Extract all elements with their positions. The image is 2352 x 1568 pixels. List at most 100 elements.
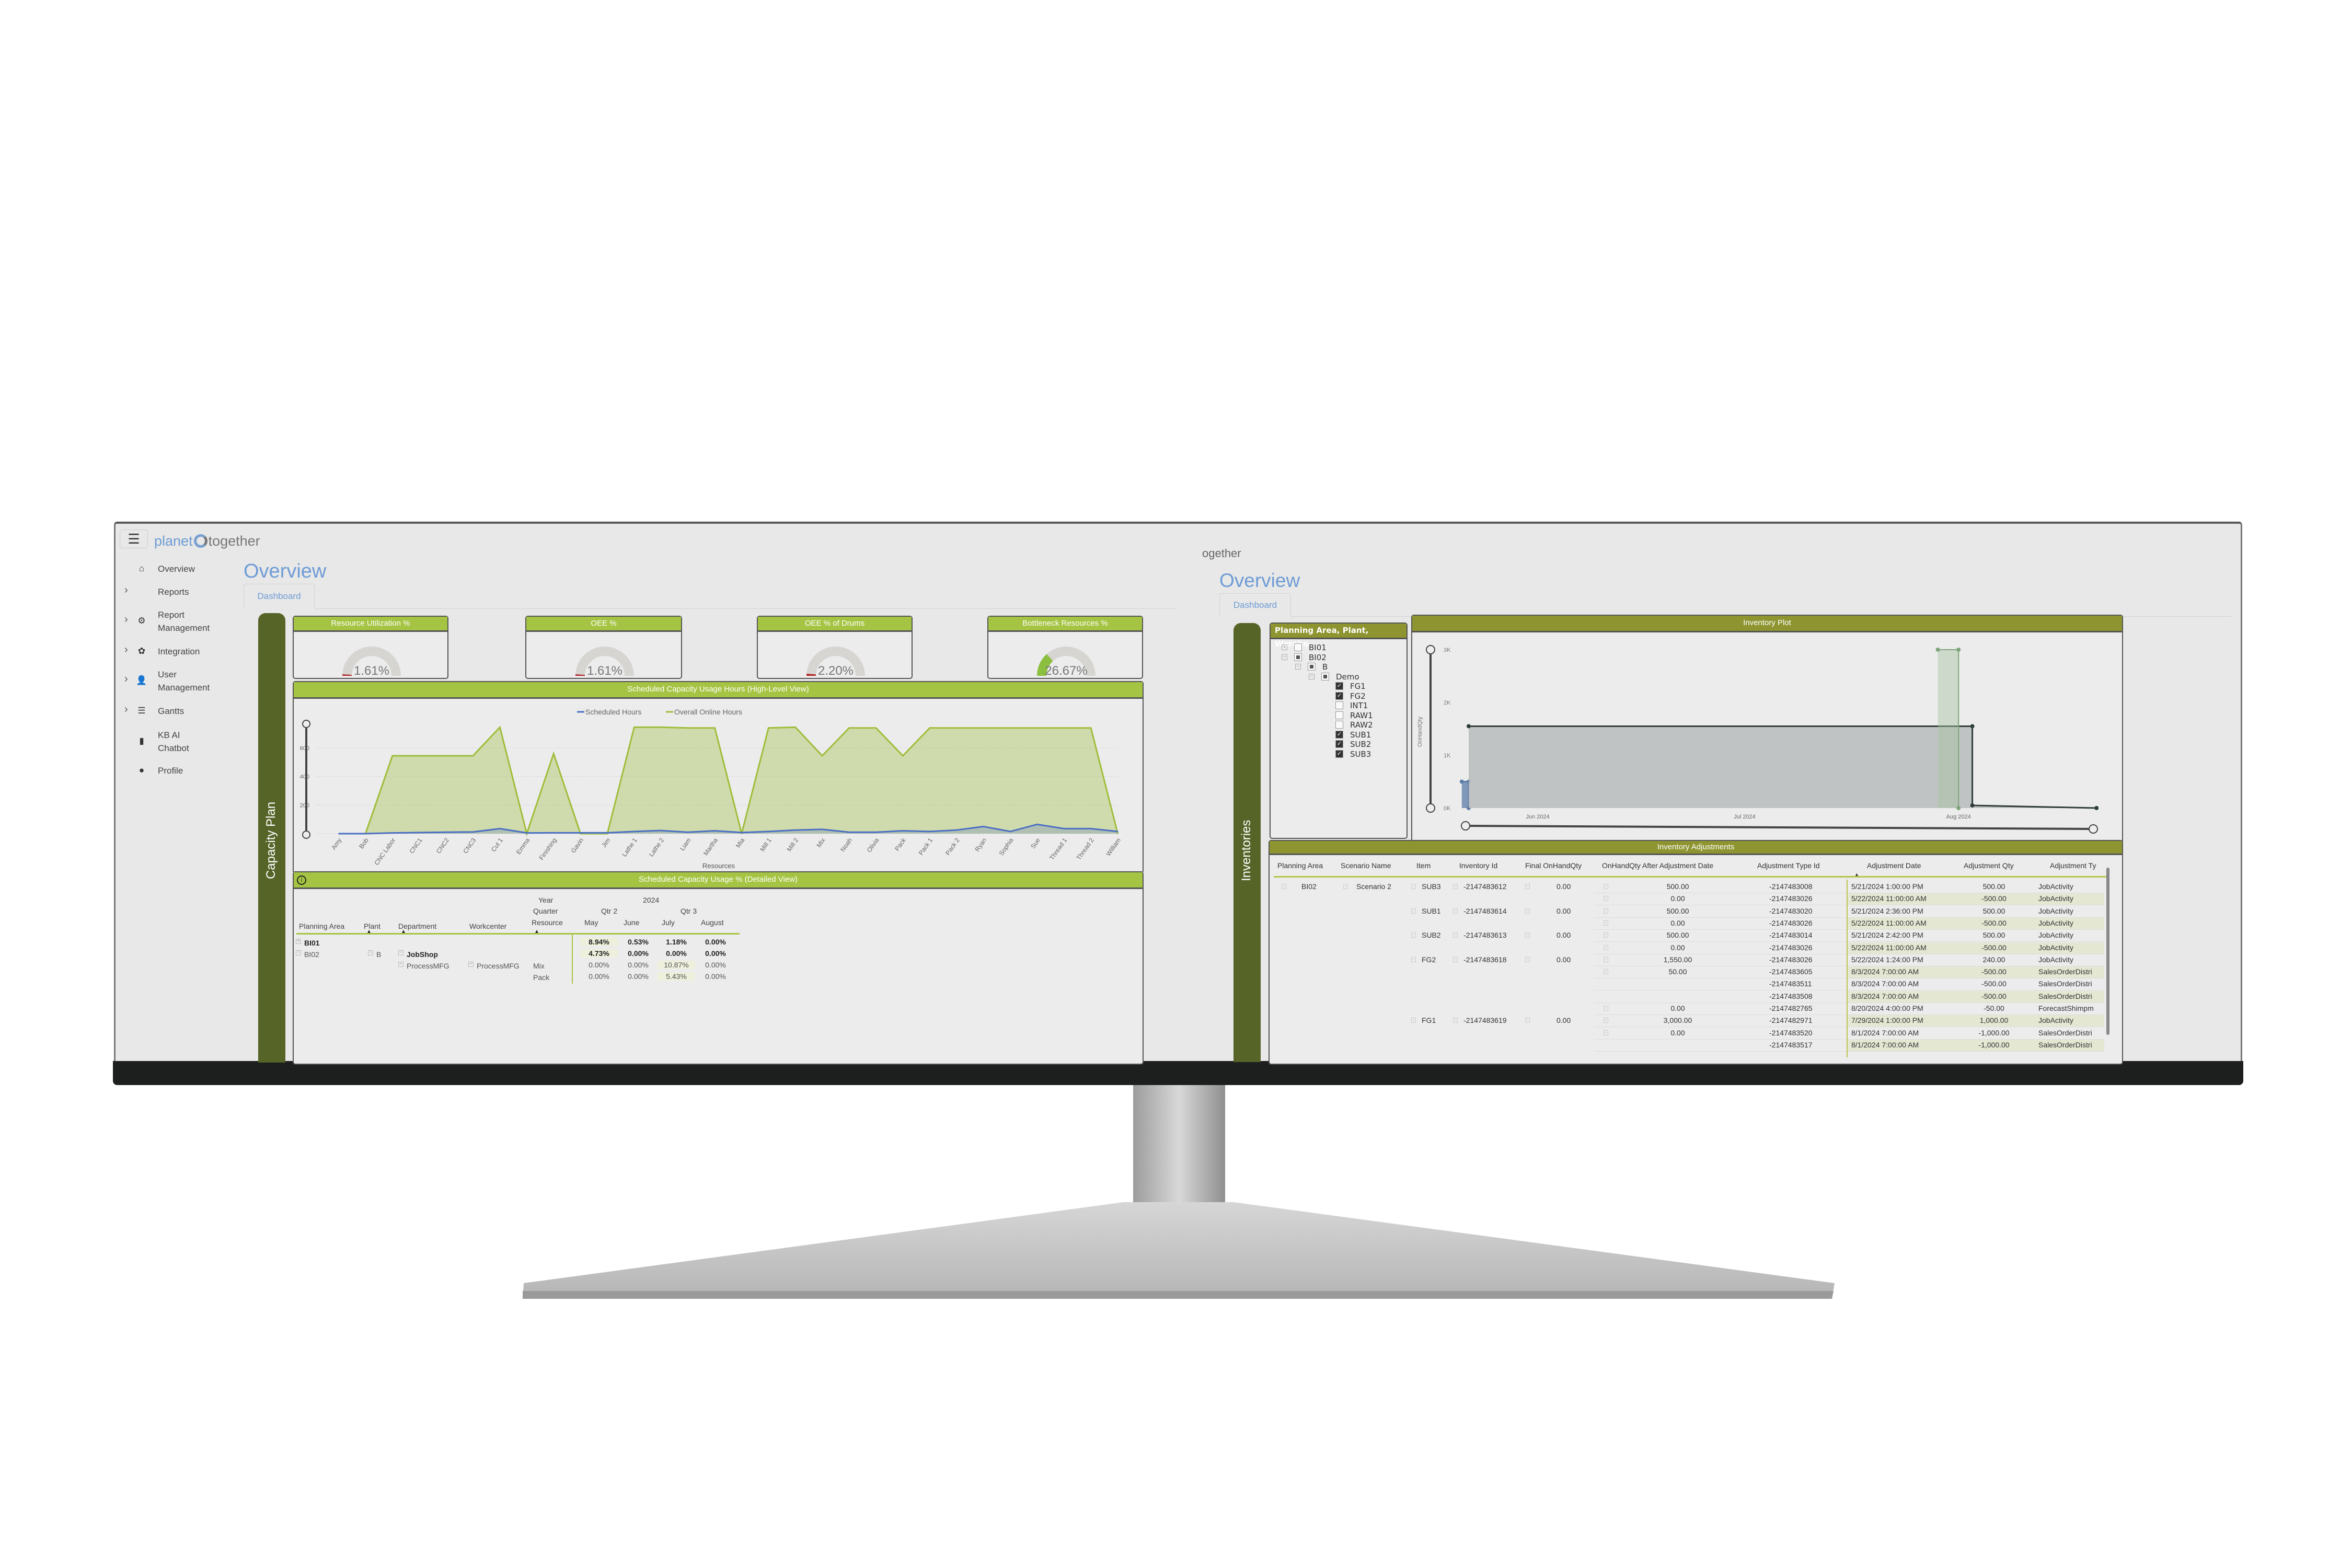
column-header[interactable]: Adjustment Type Id [1757, 861, 1820, 870]
collapse-toggle-icon[interactable]: − [1282, 884, 1286, 889]
month-header[interactable]: May [584, 918, 598, 927]
expand-toggle-icon[interactable]: − [1282, 654, 1287, 660]
chevron-right-icon[interactable]: › [124, 704, 128, 716]
tree-node-bi02[interactable]: − BI02 [1282, 653, 1386, 662]
column-header[interactable]: Planning Area [1277, 861, 1323, 870]
column-header[interactable]: Item [1416, 861, 1431, 870]
column-header[interactable]: Adjustment Qty [1964, 861, 2014, 870]
collapse-toggle-icon[interactable]: − [1453, 932, 1458, 938]
collapse-toggle-icon[interactable]: − [1411, 884, 1416, 889]
tree-node-b[interactable]: − B [1295, 662, 1400, 672]
expand-toggle-icon[interactable]: − [1295, 664, 1301, 670]
tree-checkbox[interactable] [1308, 663, 1316, 671]
x-tick-label: Mill 2 [786, 836, 800, 852]
tree-checkbox[interactable] [1294, 643, 1302, 651]
cell-adjustment-date: 8/1/2024 7:00:00 AM [1851, 1028, 1919, 1037]
collapse-toggle-icon[interactable]: − [1525, 908, 1530, 914]
expand-toggle-icon[interactable]: − [468, 962, 474, 967]
tree-checkbox[interactable]: ✓ [1335, 691, 1343, 700]
tree-checkbox[interactable] [1294, 653, 1302, 661]
collapse-toggle-icon[interactable]: − [1411, 956, 1416, 962]
chevron-right-icon[interactable]: › [124, 614, 128, 626]
logo-text-left: planet [154, 533, 193, 549]
collapse-toggle-icon[interactable]: − [1604, 884, 1608, 889]
collapse-toggle-icon[interactable]: − [1453, 908, 1458, 914]
month-header[interactable]: July [662, 918, 675, 927]
chevron-right-icon[interactable]: › [124, 644, 128, 656]
sidebar-item-profile[interactable]: ● Profile [123, 764, 254, 778]
cell-final-onhand: 0.00 [1557, 906, 1571, 915]
tree-checkbox[interactable]: ✓ [1335, 682, 1343, 690]
tree-checkbox[interactable] [1335, 701, 1343, 709]
sidebar-item-integration[interactable]: › ✿ Integration [123, 644, 254, 659]
collapse-toggle-icon[interactable]: − [1411, 932, 1416, 938]
expand-toggle-icon[interactable]: − [368, 950, 373, 955]
collapse-toggle-icon[interactable]: − [1411, 908, 1416, 914]
collapse-toggle-icon[interactable]: − [1604, 896, 1608, 902]
tree-checkbox[interactable]: ✓ [1335, 740, 1343, 748]
chevron-right-icon[interactable]: › [124, 673, 128, 685]
collapse-toggle-icon[interactable]: − [1525, 1018, 1530, 1023]
collapse-toggle-icon[interactable]: − [1604, 969, 1608, 975]
column-header[interactable]: Planning Area [299, 922, 344, 930]
collapse-toggle-icon[interactable]: − [1604, 1006, 1608, 1011]
sidebar-item-overview[interactable]: ⌂ Overview [123, 562, 254, 576]
expand-toggle-icon[interactable]: − [1309, 673, 1315, 679]
info-icon[interactable]: i [297, 875, 306, 885]
collapse-toggle-icon[interactable]: − [1604, 944, 1608, 950]
cell-type-id: -2147482971 [1769, 1016, 1813, 1025]
collapse-toggle-icon[interactable]: − [1411, 1018, 1416, 1023]
tree-checkbox[interactable] [1335, 721, 1343, 729]
collapse-toggle-icon[interactable]: − [1453, 884, 1458, 889]
cell-onhand-after: 500.00 [1666, 906, 1689, 915]
menu-button[interactable]: ☰ [120, 529, 148, 548]
table-scrollbar[interactable] [2106, 868, 2109, 1035]
pivot-cell: 0.00% [628, 972, 649, 981]
collapse-toggle-icon[interactable]: − [1525, 956, 1530, 962]
collapse-toggle-icon[interactable]: − [1604, 932, 1608, 938]
data-point [607, 832, 608, 834]
cell-adjustment-type: JobActivity [2038, 882, 2073, 891]
collapse-toggle-icon[interactable]: − [1343, 884, 1348, 889]
collapse-toggle-icon[interactable]: − [1604, 908, 1608, 914]
tree-node-bi01[interactable]: + BI01 [1282, 643, 1386, 652]
expand-toggle-icon[interactable]: + [1282, 644, 1287, 650]
column-header[interactable]: Inventory Id [1459, 861, 1497, 870]
month-header[interactable]: June [624, 918, 639, 927]
tree-checkbox[interactable] [1321, 672, 1329, 681]
sidebar-item-kb-ai-chatbot[interactable]: ▮ KB AI Chatbot [123, 729, 254, 756]
column-header[interactable]: Workcenter [469, 922, 506, 930]
collapse-toggle-icon[interactable]: − [1604, 956, 1608, 962]
sidebar-item-reports[interactable]: › Reports [123, 584, 254, 599]
column-header[interactable]: Resource [532, 918, 563, 927]
expand-toggle-icon[interactable]: − [398, 962, 403, 967]
month-header[interactable]: August [701, 918, 724, 927]
collapse-toggle-icon[interactable]: − [1525, 884, 1530, 889]
panel-header: i Scheduled Capacity Usage % (Detailed V… [294, 872, 1143, 889]
tab-dashboard[interactable]: Dashboard [244, 584, 315, 609]
collapse-toggle-icon[interactable]: − [1525, 932, 1530, 938]
sidebar-item-user-management[interactable]: › 👤 User Management [123, 668, 254, 695]
tree-checkbox[interactable]: ✓ [1335, 750, 1343, 758]
chevron-right-icon[interactable]: › [124, 584, 128, 596]
tab-dashboard-right[interactable]: Dashboard [1219, 593, 1291, 617]
column-header[interactable]: Adjustment Date [1867, 861, 1921, 870]
logo-text-right: together [208, 533, 260, 549]
expand-toggle-icon[interactable]: + [296, 939, 301, 944]
sidebar-item-gantts[interactable]: › ☰ Gantts [123, 704, 254, 718]
column-header[interactable]: OnHandQty After Adjustment Date [1602, 861, 1713, 870]
column-header[interactable]: Final OnHandQty [1525, 861, 1582, 870]
column-header[interactable]: Adjustment Ty [2050, 861, 2096, 870]
collapse-toggle-icon[interactable]: − [1604, 1030, 1608, 1035]
tree-checkbox[interactable] [1335, 711, 1343, 719]
tree-node-demo[interactable]: − Demo [1309, 672, 1413, 682]
tree-checkbox[interactable]: ✓ [1335, 730, 1343, 739]
collapse-toggle-icon[interactable]: − [1453, 956, 1458, 962]
sidebar-item-report-management[interactable]: › ⚙ Report Management [123, 608, 254, 636]
collapse-toggle-icon[interactable]: − [1453, 1018, 1458, 1023]
column-header[interactable]: Scenario Name [1341, 861, 1391, 870]
collapse-toggle-icon[interactable]: − [1604, 1018, 1608, 1023]
collapse-toggle-icon[interactable]: − [1604, 920, 1608, 926]
expand-toggle-icon[interactable]: − [398, 950, 403, 955]
expand-toggle-icon[interactable]: − [296, 950, 301, 955]
